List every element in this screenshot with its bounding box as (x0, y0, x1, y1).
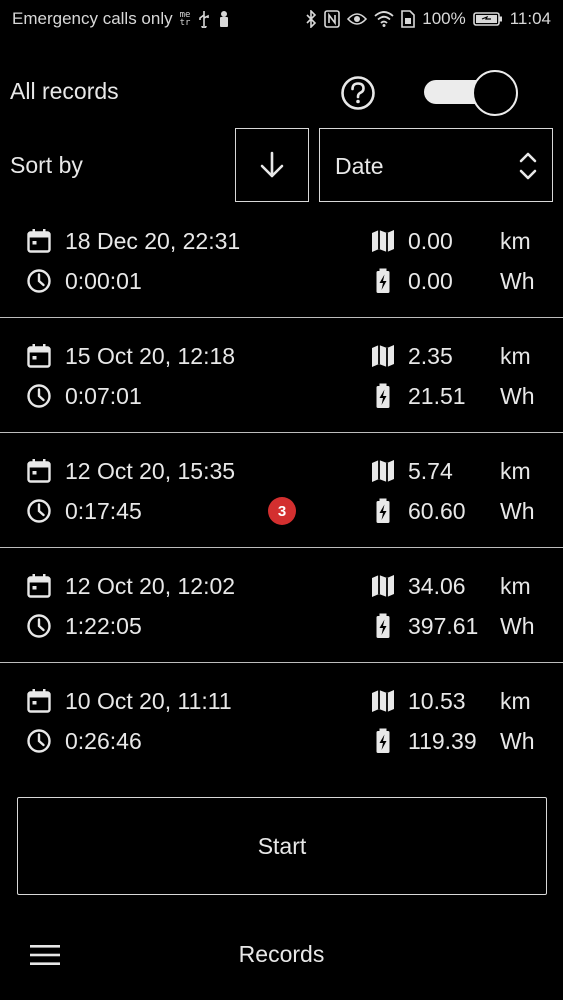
record-duration: 0:17:45 (65, 498, 142, 524)
record-distance: 10.53 (408, 688, 466, 714)
status-time: 11:04 (509, 9, 551, 28)
clock-icon (26, 268, 52, 294)
page-title: Records (238, 941, 325, 967)
sim-icon (401, 10, 416, 28)
battery-charging-icon (370, 613, 396, 639)
start-button[interactable]: Start (17, 797, 547, 895)
record-distance-unit: km (500, 688, 531, 714)
record-row[interactable]: 12 Oct 20, 12:02 1:22:05 34.06 km 397.61 (0, 548, 563, 663)
record-energy-unit: Wh (500, 268, 535, 294)
record-date: 10 Oct 20, 11:11 (65, 688, 232, 714)
clock-icon (26, 728, 52, 754)
record-energy-unit: Wh (500, 498, 535, 524)
map-icon (370, 458, 396, 484)
map-icon (370, 688, 396, 714)
question-circle-icon[interactable] (340, 75, 376, 111)
record-duration: 1:22:05 (65, 613, 142, 639)
all-records-row: All records (0, 60, 563, 126)
record-energy: 119.39 (408, 728, 477, 754)
record-distance-unit: km (500, 228, 531, 254)
battery-icon (472, 11, 503, 27)
sort-row: Sort by Date (0, 128, 563, 204)
record-duration: 0:26:46 (65, 728, 142, 754)
sort-field-value: Date (335, 153, 384, 179)
notification-icon (218, 10, 230, 28)
record-duration: 0:07:01 (65, 383, 142, 409)
records-list: 18 Dec 20, 22:31 0:00:01 0.00 km 0.00 Wh (0, 203, 563, 778)
record-distance-unit: km (500, 343, 531, 369)
record-row[interactable]: 15 Oct 20, 12:18 0:07:01 2.35 km 21.51 W (0, 318, 563, 433)
sort-field-select[interactable]: Date (319, 128, 553, 202)
status-bar-right: 100% 11:04 (305, 9, 551, 29)
record-date: 12 Oct 20, 15:35 (65, 458, 236, 484)
record-row[interactable]: 18 Dec 20, 22:31 0:00:01 0.00 km 0.00 Wh (0, 203, 563, 318)
status-bar: Emergency calls only me tr 100% 11:04 (0, 0, 563, 38)
record-date: 18 Dec 20, 22:31 (65, 228, 241, 254)
record-distance: 0.00 (408, 228, 453, 254)
all-records-label: All records (10, 78, 119, 104)
status-bar-left: Emergency calls only me tr (12, 9, 230, 29)
all-records-toggle[interactable] (424, 70, 518, 116)
sort-direction-button[interactable] (235, 128, 309, 202)
calendar-icon (26, 573, 52, 599)
arrow-down-icon (260, 151, 284, 178)
record-date: 15 Oct 20, 12:18 (65, 343, 236, 369)
eye-icon (347, 12, 368, 26)
record-row[interactable]: 12 Oct 20, 15:35 0:17:45 3 5.74 km 60.60 (0, 433, 563, 548)
meter-icon: me tr (179, 10, 191, 28)
clock-icon (26, 383, 52, 409)
record-distance-unit: km (500, 573, 531, 599)
battery-charging-icon (370, 383, 396, 409)
wifi-icon (374, 11, 394, 27)
record-row[interactable]: 10 Oct 20, 11:11 0:26:46 10.53 km 119.39 (0, 663, 563, 778)
record-distance: 5.74 (408, 458, 453, 484)
usb-icon (197, 10, 211, 28)
record-energy: 0.00 (408, 268, 453, 294)
up-down-chevron-icon (518, 151, 538, 186)
record-energy-unit: Wh (500, 383, 535, 409)
map-icon (370, 573, 396, 599)
sort-by-label: Sort by (10, 152, 83, 178)
record-energy-unit: Wh (500, 613, 535, 639)
calendar-icon (26, 458, 52, 484)
nfc-icon (324, 10, 341, 28)
record-distance-unit: km (500, 458, 531, 484)
battery-charging-icon (370, 498, 396, 524)
toggle-knob (472, 70, 518, 116)
record-energy: 21.51 (408, 383, 466, 409)
record-duration: 0:00:01 (65, 268, 142, 294)
map-icon (370, 228, 396, 254)
battery-percent: 100% (422, 9, 466, 28)
record-distance: 2.35 (408, 343, 453, 369)
record-date: 12 Oct 20, 12:02 (65, 573, 236, 599)
map-icon (370, 343, 396, 369)
record-energy-unit: Wh (500, 728, 535, 754)
record-energy: 60.60 (408, 498, 466, 524)
record-distance: 34.06 (408, 573, 466, 599)
battery-charging-icon (370, 728, 396, 754)
clock-icon (26, 498, 52, 524)
carrier-text: Emergency calls only (12, 9, 173, 28)
record-energy: 397.61 (408, 613, 479, 639)
battery-charging-icon (370, 268, 396, 294)
calendar-icon (26, 343, 52, 369)
bluetooth-icon (305, 10, 317, 28)
record-badge: 3 (268, 497, 296, 525)
calendar-icon (26, 688, 52, 714)
calendar-icon (26, 228, 52, 254)
clock-icon (26, 613, 52, 639)
